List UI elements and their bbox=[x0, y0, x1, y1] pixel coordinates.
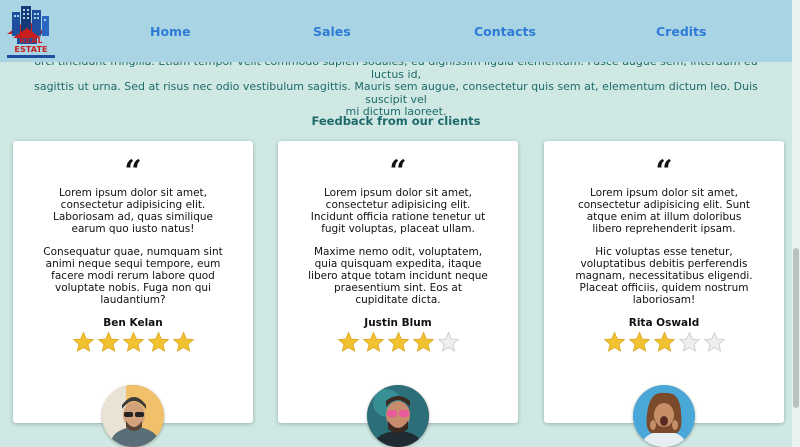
testimonial-paragraph: Hic voluptas esse tenetur, voluptatibus … bbox=[575, 246, 753, 306]
real-estate-logo[interactable]: REAL ESTATE bbox=[3, 4, 59, 58]
nav-credits[interactable]: Credits bbox=[656, 24, 706, 39]
client-photo-icon bbox=[367, 385, 429, 447]
testimonial-paragraph: Maxime nemo odit, voluptatem, quia quisq… bbox=[308, 246, 488, 306]
star-rating bbox=[13, 331, 253, 354]
avatar bbox=[633, 385, 695, 447]
star-filled-icon bbox=[72, 331, 94, 352]
star-empty-icon bbox=[437, 331, 459, 352]
client-name: Rita Oswald bbox=[628, 317, 700, 329]
testimonial-text: Lorem ipsum dolor sit amet, consectetur … bbox=[572, 187, 756, 306]
avatar bbox=[102, 385, 164, 447]
nav-sales[interactable]: Sales bbox=[313, 24, 351, 39]
star-filled-icon bbox=[387, 331, 409, 352]
testimonial-card: “ Lorem ipsum dolor sit amet, consectetu… bbox=[13, 141, 253, 447]
testimonial-paragraph: Lorem ipsum dolor sit amet, consectetur … bbox=[577, 187, 751, 235]
client-photo-icon bbox=[633, 385, 695, 447]
scrollbar-thumb[interactable] bbox=[793, 248, 799, 408]
testimonial-paragraph: Lorem ipsum dolor sit amet, consectetur … bbox=[53, 187, 213, 235]
testimonial-card: “ Lorem ipsum dolor sit amet, consectetu… bbox=[544, 141, 784, 447]
nav-home[interactable]: Home bbox=[150, 24, 191, 39]
star-filled-icon bbox=[147, 331, 169, 352]
star-filled-icon bbox=[337, 331, 359, 352]
testimonial-paragraph: Consequatur quae, numquam sint animi neq… bbox=[43, 246, 223, 306]
testimonial-text: Lorem ipsum dolor sit amet, consectetur … bbox=[306, 187, 490, 306]
logo-underline bbox=[7, 55, 55, 58]
testimonial-text: Lorem ipsum dolor sit amet, consectetur … bbox=[41, 187, 225, 306]
testimonial-paragraph: Lorem ipsum dolor sit amet, consectetur … bbox=[310, 187, 486, 235]
star-filled-icon bbox=[97, 331, 119, 352]
testimonial-card: “ Lorem ipsum dolor sit amet, consectetu… bbox=[278, 141, 518, 447]
intro-paragraph: orci tincidunt fringilla. Etiam tempor v… bbox=[0, 55, 792, 119]
star-empty-icon bbox=[678, 331, 700, 352]
intro-line: sagittis ut urna. Sed at risus nec odio … bbox=[34, 80, 758, 106]
client-name: Justin Blum bbox=[364, 317, 432, 329]
star-empty-icon bbox=[703, 331, 725, 352]
star-filled-icon bbox=[122, 331, 144, 352]
star-filled-icon bbox=[412, 331, 434, 352]
quote-icon: “ bbox=[124, 154, 142, 189]
quote-icon: “ bbox=[389, 154, 407, 189]
star-rating bbox=[544, 331, 784, 354]
logo-text: REAL ESTATE bbox=[14, 36, 48, 54]
page-scrollbar[interactable] bbox=[792, 0, 800, 447]
star-filled-icon bbox=[628, 331, 650, 352]
avatar bbox=[367, 385, 429, 447]
client-photo-icon bbox=[102, 385, 164, 447]
star-rating bbox=[278, 331, 518, 354]
feedback-heading: Feedback from our clients bbox=[311, 114, 481, 128]
star-filled-icon bbox=[172, 331, 194, 352]
star-filled-icon bbox=[603, 331, 625, 352]
quote-icon: “ bbox=[655, 154, 673, 189]
nav-contacts[interactable]: Contacts bbox=[474, 24, 536, 39]
star-filled-icon bbox=[653, 331, 675, 352]
client-name: Ben Kelan bbox=[103, 317, 163, 329]
site-header: REAL ESTATE Home Sales Contacts Credits bbox=[0, 0, 792, 62]
star-filled-icon bbox=[362, 331, 384, 352]
